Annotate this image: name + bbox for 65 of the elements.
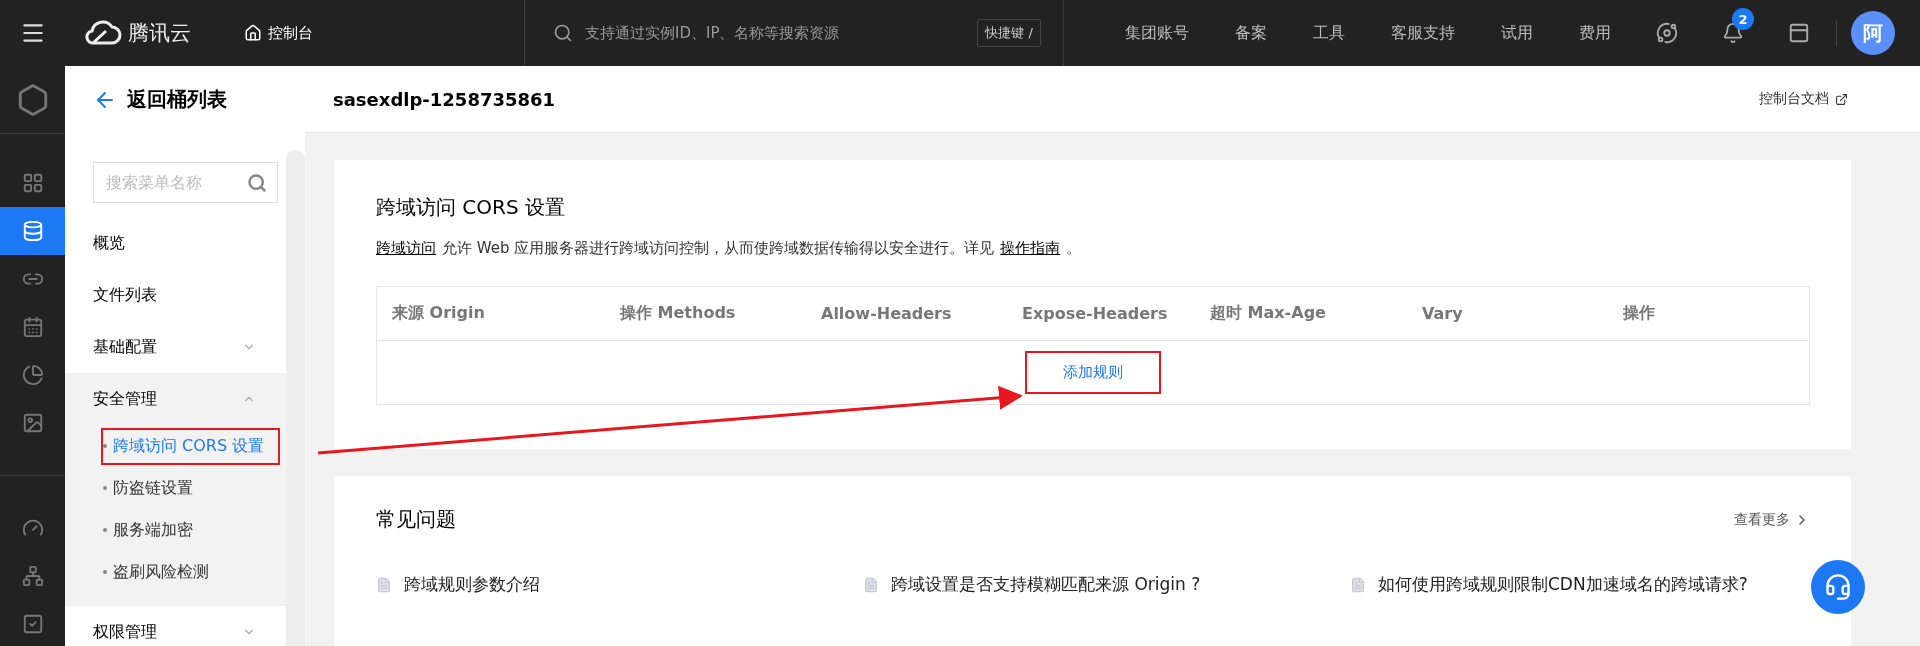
document-icon [1350, 576, 1366, 593]
see-more-link[interactable]: 查看更多 [1734, 510, 1810, 529]
sidebar-subitem[interactable]: 防盗链设置 [101, 471, 207, 505]
bullet-icon [103, 570, 107, 574]
doc-link[interactable]: 控制台文档 [1759, 90, 1848, 108]
back-link[interactable]: 返回桶列表 [65, 66, 286, 133]
search-icon [247, 172, 267, 193]
article-link[interactable]: 跨域规则参数介绍 [376, 573, 863, 596]
window-gear-icon[interactable] [1788, 22, 1810, 44]
cloud-logo-icon [84, 20, 122, 46]
swirl-icon[interactable] [1656, 22, 1678, 44]
document-icon [376, 576, 392, 593]
brand-name: 腾讯云 [128, 20, 191, 47]
shortcut-key: 快捷键 / [977, 19, 1041, 47]
nav-link[interactable]: 备案 [1212, 22, 1290, 44]
underlined-link[interactable]: 跨域访问 [376, 239, 436, 257]
column-header: 来源 Origin [391, 303, 486, 324]
column-header: Vary [1421, 304, 1464, 323]
nav-link[interactable]: 客服支持 [1368, 22, 1478, 44]
grid-icon [21, 172, 44, 194]
pie-chart-icon [21, 364, 44, 386]
rail-item[interactable] [0, 207, 65, 255]
notification-badge: 2 [1732, 8, 1754, 30]
sidebar-item[interactable]: 基础配置 [65, 321, 286, 373]
console-link[interactable]: 控制台 [244, 23, 524, 43]
search-icon [553, 23, 573, 43]
nav-link[interactable]: 费用 [1556, 22, 1634, 44]
column-header: Allow-Headers [820, 304, 953, 323]
menu-search-box[interactable]: 搜索菜单名称 [93, 162, 278, 203]
column-header: 操作 [1621, 303, 1656, 324]
document-icon [863, 576, 879, 593]
tree-icon [21, 565, 44, 587]
external-link-icon [1835, 92, 1848, 106]
description-text: 跨域访问 允许 Web 应用服务器进行跨域访问控制，从而使跨域数据传输得以安全进行。详见 操作指南 。 [376, 239, 1083, 258]
sidebar-subitem[interactable]: 盗刷风险检测 [101, 555, 223, 589]
bullet-icon [103, 528, 107, 532]
nav-link[interactable]: 工具 [1290, 22, 1368, 44]
column-header: Expose-Headers [1021, 304, 1169, 323]
article-link[interactable]: 跨域设置是否支持模糊匹配来源 Origin ? [863, 573, 1350, 596]
home-icon [244, 24, 262, 42]
add-rule-button[interactable]: 添加规则 [1027, 353, 1159, 392]
column-header: 超时 Max-Age [1209, 303, 1327, 324]
bullet-icon [103, 486, 107, 490]
sidebar-item[interactable]: 安全管理 [65, 373, 286, 425]
global-search-field[interactable]: 支持通过实例ID、IP、名称等搜索资源 [583, 23, 968, 43]
checkbox-icon [21, 613, 44, 635]
sidebar-item[interactable]: 概览 [65, 217, 286, 269]
sidebar-item[interactable]: 权限管理 [65, 606, 286, 646]
article-link[interactable]: 如何使用跨域规则限制CDN加速域名的跨域请求? [1350, 573, 1810, 596]
image-icon [21, 412, 44, 434]
bucket-title: sasexdlp-1258735861 [333, 88, 556, 110]
nav-link[interactable]: 集团账号 [1102, 22, 1212, 44]
calendar-icon [21, 316, 44, 338]
column-header: 操作 Methods [618, 303, 737, 324]
section-title: 跨域访问 CORS 设置 [376, 194, 566, 221]
headset-icon [1824, 573, 1852, 601]
bell-icon[interactable] [1722, 22, 1744, 44]
bullet-icon [103, 444, 107, 448]
database-icon [21, 220, 44, 242]
sidebar-subitem[interactable]: 服务端加密 [101, 513, 207, 547]
sidebar-subitem[interactable]: 跨域访问 CORS 设置 [101, 429, 279, 463]
nav-link[interactable]: 试用 [1478, 22, 1556, 44]
sidebar-item[interactable]: 文件列表 [65, 269, 286, 321]
underlined-link[interactable]: 操作指南 [1000, 239, 1061, 257]
section-title: 常见问题 [376, 506, 456, 533]
